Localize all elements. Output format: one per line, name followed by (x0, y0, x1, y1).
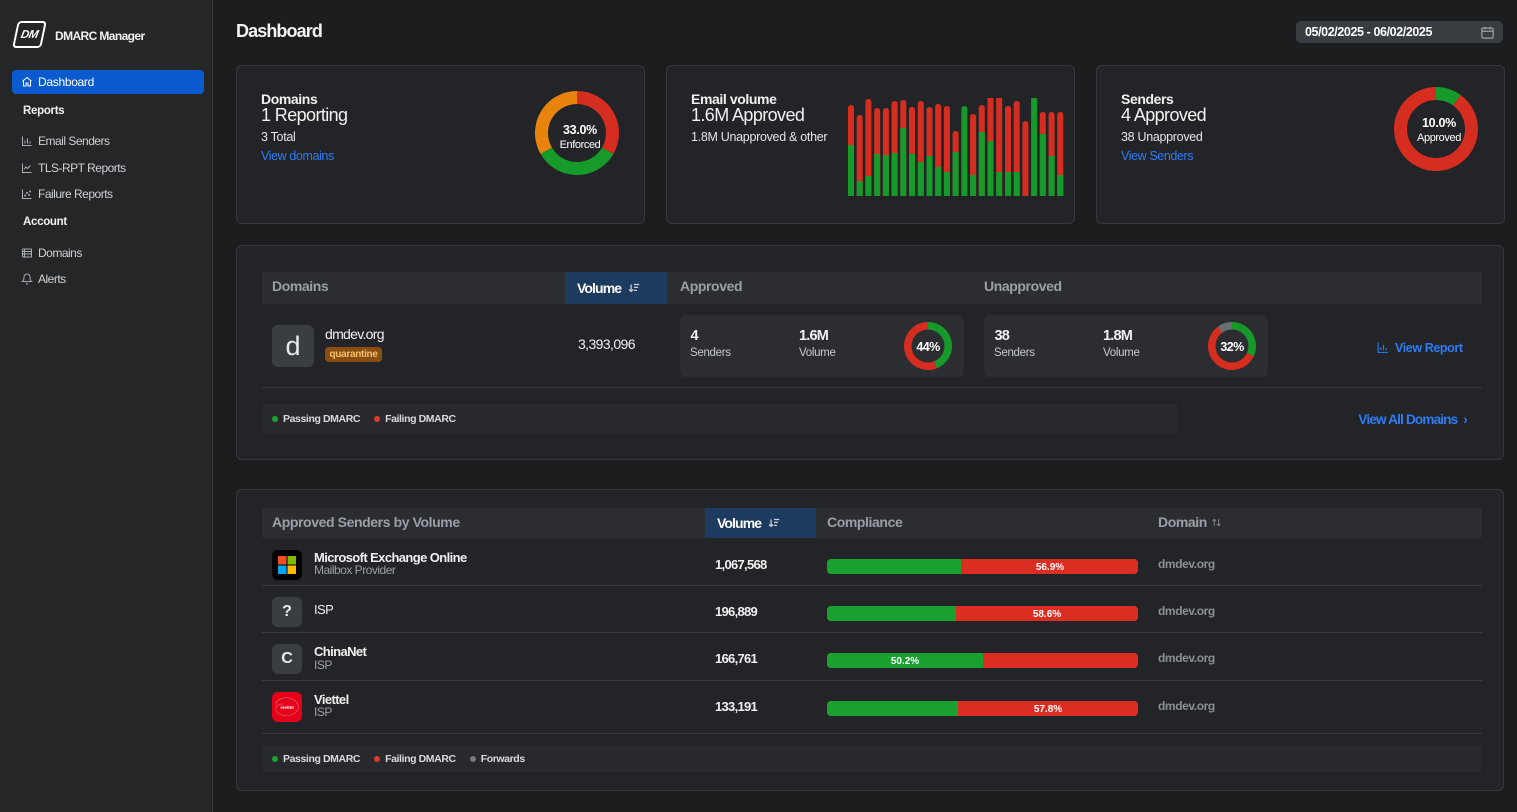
svg-text:viettel: viettel (280, 705, 293, 710)
